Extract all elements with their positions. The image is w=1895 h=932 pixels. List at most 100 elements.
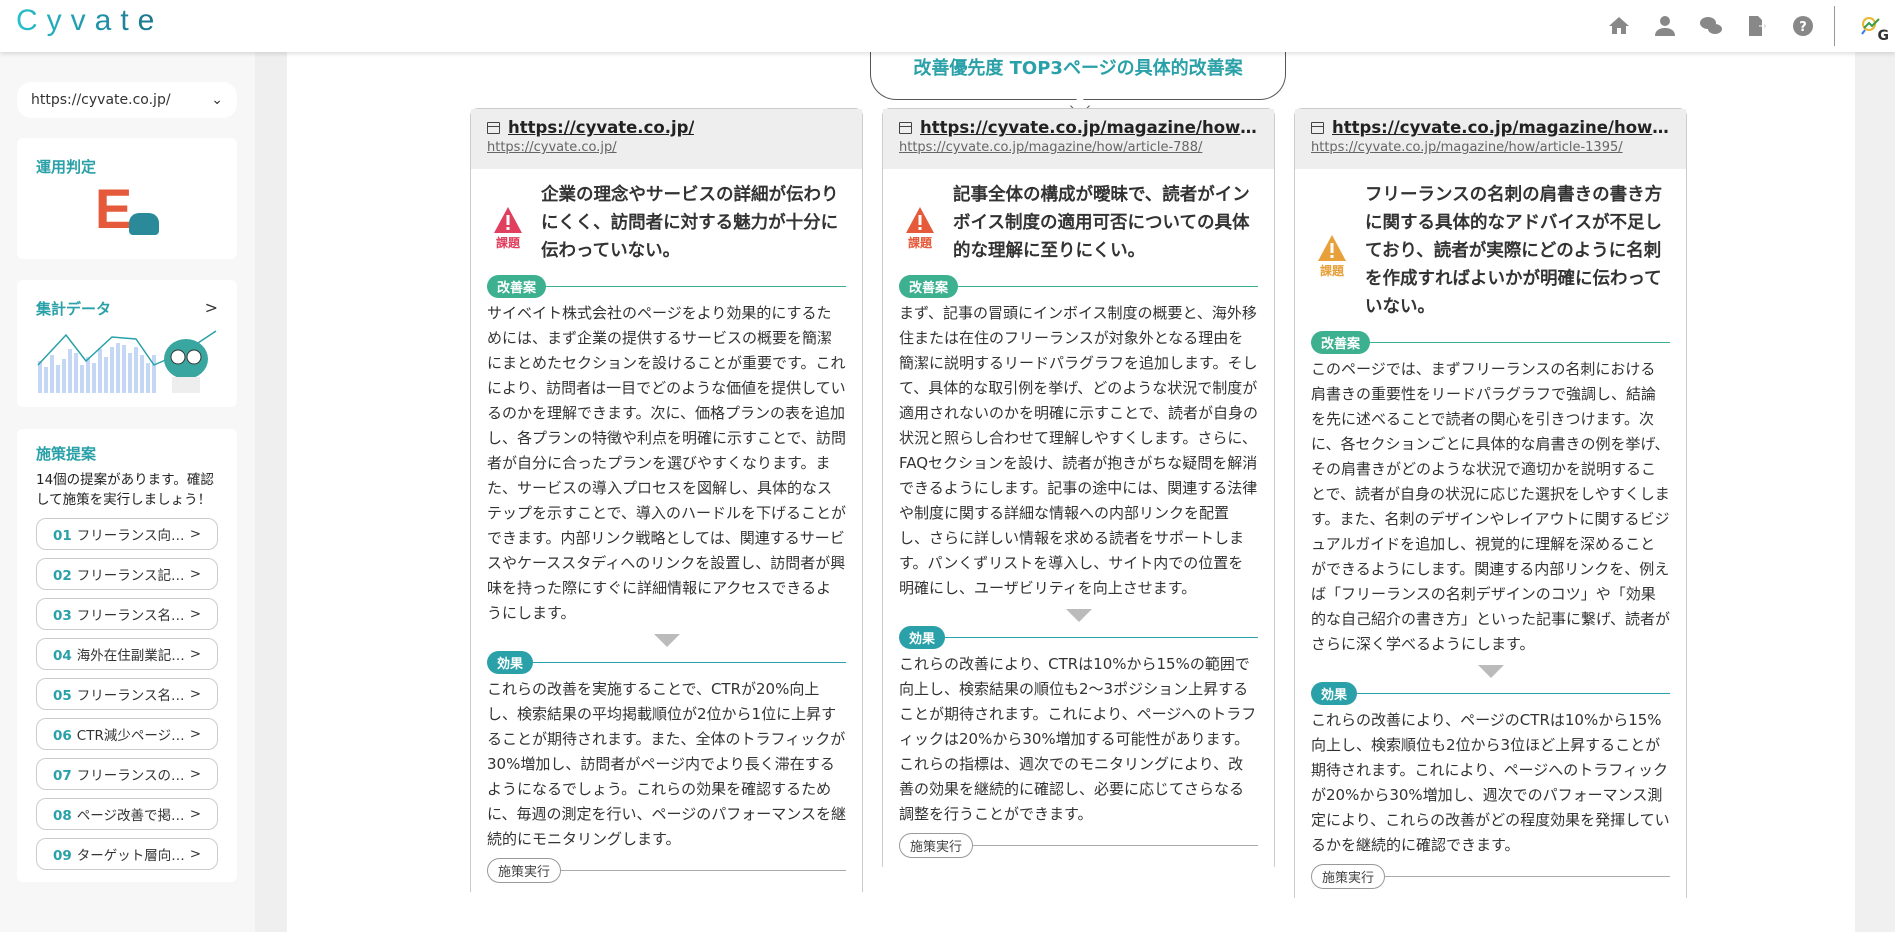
improvement-badge: 改善案: [1311, 331, 1371, 354]
effect-badge: 効果: [487, 651, 534, 674]
effect-badge: 効果: [899, 626, 946, 649]
proposal-item[interactable]: 04 海外在住副業記… >: [36, 638, 218, 670]
proposal-label: CTR減少ページ…: [76, 728, 185, 744]
proposal-label: フリーランスの…: [76, 768, 185, 784]
proposal-label: フリーランス名…: [76, 608, 185, 624]
proposal-number: 02: [53, 568, 72, 584]
logout-icon[interactable]: [1734, 0, 1780, 52]
page-url-link[interactable]: https://cyvate.co.jp/: [487, 140, 846, 155]
proposals-card: 施策提案 14個の提案があります。確認して施策を実行しましょう！ 01 フリーラン…: [17, 429, 237, 882]
page-title-link[interactable]: https://cyvate.co.jp/: [487, 118, 846, 137]
home-icon[interactable]: [1596, 0, 1642, 52]
action-heading: 施策実行: [1311, 864, 1670, 889]
gsc-letter: G: [1877, 28, 1890, 44]
chevron-right-icon: >: [189, 686, 201, 702]
header-divider: [1834, 6, 1835, 46]
cyvate-logo[interactable]: Cyvate: [16, 4, 163, 38]
svg-text:?: ?: [1799, 20, 1807, 35]
down-arrow-icon: [653, 634, 680, 647]
issue-text: フリーランスの名刺の肩書きの書き方に関する具体的なアドバイスが不足しており、読者…: [1365, 185, 1663, 317]
proposal-item[interactable]: 03 フリーランス名… >: [36, 598, 218, 630]
user-icon[interactable]: [1642, 0, 1688, 52]
chat-icon[interactable]: [1688, 0, 1734, 52]
improvement-text: サイベイト株式会社のページをより効果的にするためには、まず企業の提供するサービス…: [487, 304, 846, 622]
improvement-heading: 改善案: [1311, 331, 1670, 354]
proposal-number: 05: [53, 688, 72, 704]
issue-block: 課題 企業の理念やサービスの詳細が伝わりにくく、訪問者に対する魅力が十分に伝わっ…: [487, 181, 846, 265]
improvement-heading: 改善案: [899, 275, 1258, 298]
issue-label: 課題: [1319, 263, 1344, 278]
proposal-number: 07: [53, 768, 72, 784]
main-panel: 改善優先度 TOP3ページの具体的改善案 https://cyvate.co.j…: [287, 32, 1855, 932]
stats-mini-chart: [37, 330, 217, 393]
chevron-right-icon: >: [189, 806, 201, 822]
action-button[interactable]: 施策実行: [487, 858, 562, 883]
effect-text: これらの改善を実施することで、CTRが20%向上し、検索結果の平均掲載順位が2位…: [487, 680, 846, 848]
site-select-value: https://cyvate.co.jp/: [31, 92, 171, 108]
improvement-heading: 改善案: [487, 275, 846, 298]
page-title-link[interactable]: https://cyvate.co.jp/magazine/how/articl…: [1311, 118, 1670, 137]
page-url-link[interactable]: https://cyvate.co.jp/magazine/how/articl…: [899, 140, 1258, 155]
issue-block: 課題 フリーランスの名刺の肩書きの書き方に関する具体的なアドバイスが不足しており…: [1311, 181, 1670, 321]
card-header: https://cyvate.co.jp/magazine/how/articl…: [1295, 109, 1686, 169]
proposal-item[interactable]: 07 フリーランスの… >: [36, 758, 218, 790]
rhino-mascot-icon: [164, 339, 208, 393]
proposal-label: ページ改善で掲…: [76, 808, 185, 824]
proposal-number: 04: [53, 648, 72, 664]
effect-heading: 効果: [899, 626, 1258, 649]
proposal-item[interactable]: 09 ターゲット層向… >: [36, 838, 218, 870]
effect-heading: 効果: [487, 651, 846, 674]
gsc-icon[interactable]: G: [1849, 0, 1895, 52]
improvement-badge: 改善案: [487, 275, 547, 298]
page-title-link[interactable]: https://cyvate.co.jp/magazine/how/articl…: [899, 118, 1258, 137]
warning-icon: [494, 206, 522, 233]
page-icon: [1311, 121, 1324, 134]
action-heading: 施策実行: [487, 858, 846, 883]
effect-heading: 効果: [1311, 682, 1670, 705]
proposal-number: 08: [53, 808, 72, 824]
site-select[interactable]: https://cyvate.co.jp/ ⌄: [17, 82, 237, 118]
stats-title: 集計データ: [36, 300, 112, 318]
judgement-grade: E: [94, 177, 133, 240]
proposal-number: 06: [53, 728, 72, 744]
improvement-card: https://cyvate.co.jp/magazine/how/articl…: [882, 108, 1275, 867]
help-icon[interactable]: ?: [1780, 0, 1826, 52]
proposal-item[interactable]: 05 フリーランス名… >: [36, 678, 218, 710]
proposals-title: 施策提案: [36, 445, 97, 463]
stats-card[interactable]: 集計データ >: [17, 280, 237, 407]
down-arrow-icon: [1065, 609, 1092, 622]
proposal-label: 海外在住副業記…: [76, 648, 185, 664]
page-icon: [899, 121, 912, 134]
card-header: https://cyvate.co.jp/magazine/how/articl…: [883, 109, 1274, 169]
warning-icon: [1318, 234, 1346, 261]
issue-label: 課題: [495, 235, 520, 250]
judgement-card[interactable]: 運用判定 E: [17, 138, 237, 259]
issue-block: 課題 記事全体の構成が曖昧で、読者がインボイス制度の適用可否についての具体的な理…: [899, 181, 1258, 265]
judgement-title: 運用判定: [36, 158, 97, 176]
proposal-item[interactable]: 01 フリーランス向… >: [36, 518, 218, 550]
action-button[interactable]: 施策実行: [899, 833, 974, 858]
chevron-right-icon: >: [189, 726, 201, 742]
proposal-label: ターゲット層向…: [76, 848, 185, 864]
issue-text: 記事全体の構成が曖昧で、読者がインボイス制度の適用可否についての具体的な理解に至…: [953, 185, 1250, 261]
chevron-right-icon: >: [189, 566, 201, 582]
proposal-number: 09: [53, 848, 72, 864]
rhino-mascot-icon: [129, 213, 160, 235]
down-arrow-icon: [1477, 665, 1504, 678]
proposal-number: 01: [53, 528, 72, 544]
page-icon: [487, 121, 500, 134]
improvement-text: まず、記事の冒頭にインボイス制度の概要と、海外移住または在住のフリーランスが対象…: [899, 304, 1258, 597]
proposal-item[interactable]: 08 ページ改善で掲… >: [36, 798, 218, 830]
chevron-down-icon: ⌄: [211, 92, 223, 108]
page-url-link[interactable]: https://cyvate.co.jp/magazine/how/articl…: [1311, 140, 1670, 155]
improvement-text: このページでは、まずフリーランスの名刺における肩書きの重要性をリードパラグラフで…: [1311, 360, 1670, 653]
proposal-item[interactable]: 02 フリーランス記… >: [36, 558, 218, 590]
issue-text: 企業の理念やサービスの詳細が伝わりにくく、訪問者に対する魅力が十分に伝わっていな…: [541, 185, 839, 261]
action-button[interactable]: 施策実行: [1311, 864, 1386, 889]
issue-label: 課題: [907, 235, 932, 250]
proposal-item[interactable]: 06 CTR減少ページ… >: [36, 718, 218, 750]
action-heading: 施策実行: [899, 833, 1258, 858]
effect-badge: 効果: [1311, 682, 1358, 705]
proposal-label: フリーランス記…: [76, 568, 185, 584]
proposal-label: フリーランス名…: [76, 688, 185, 704]
